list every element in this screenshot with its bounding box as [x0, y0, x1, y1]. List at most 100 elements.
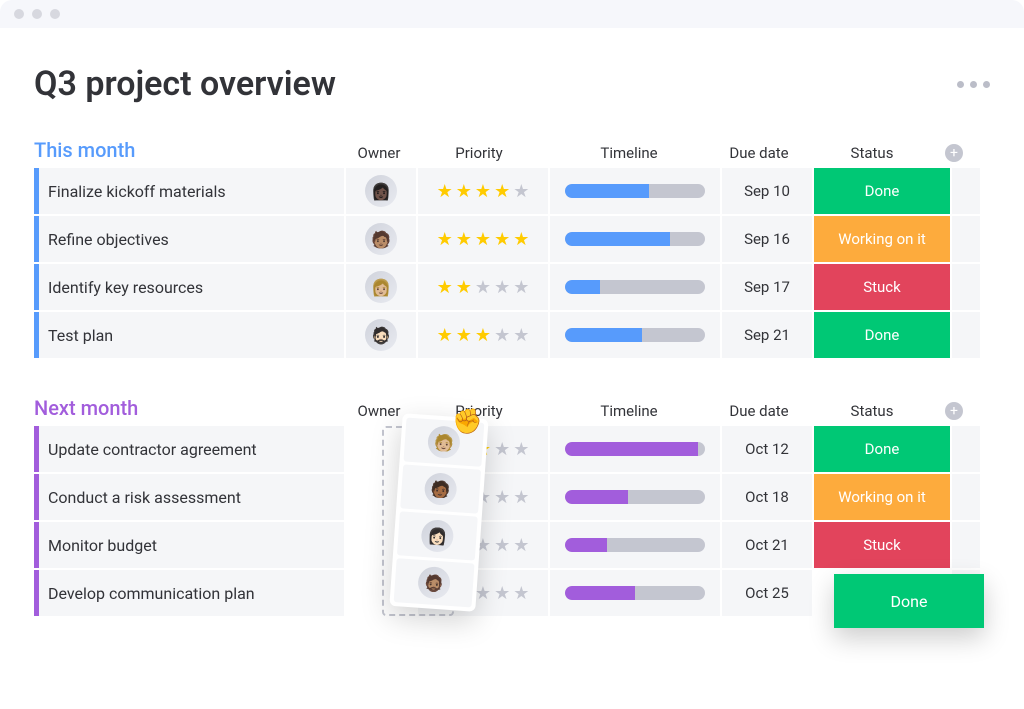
- star-icon: ★: [456, 229, 472, 250]
- trailing-cell: [952, 216, 980, 262]
- status-badge: Working on it: [814, 216, 950, 262]
- group-title[interactable]: Next month: [34, 396, 344, 426]
- table-row[interactable]: Conduct a risk assessment★★★★★Oct 18Work…: [34, 474, 990, 520]
- timeline-cell[interactable]: [550, 264, 720, 310]
- priority-cell[interactable]: ★★★★★: [418, 216, 548, 262]
- column-header-duedate[interactable]: Due date: [714, 402, 804, 426]
- plus-icon: +: [945, 402, 963, 420]
- table-row[interactable]: Monitor budget★★★★★Oct 21Stuck: [34, 522, 990, 568]
- table-row[interactable]: Refine objectives 🧑🏽 ★★★★★ Sep 16Working on…: [34, 216, 990, 262]
- window-dot: [32, 9, 42, 19]
- table-row[interactable]: Update contractor agreement★★★★★Oct 12Do…: [34, 426, 990, 472]
- status-cell[interactable]: Working on it: [814, 216, 950, 262]
- star-icon: ★: [437, 277, 453, 298]
- status-cell[interactable]: Stuck: [814, 264, 950, 310]
- duedate-cell[interactable]: Sep 16: [722, 216, 812, 262]
- timeline-cell[interactable]: [550, 168, 720, 214]
- priority-cell[interactable]: ★★★★★: [418, 264, 548, 310]
- star-icon: ★: [494, 439, 510, 460]
- priority-cell[interactable]: ★★★★★: [418, 168, 548, 214]
- avatar: 🧑🏽: [365, 223, 397, 255]
- timeline-cell[interactable]: [550, 474, 720, 520]
- progress-track: [565, 586, 705, 600]
- task-name-cell[interactable]: Refine objectives: [34, 216, 344, 262]
- status-badge: Stuck: [814, 264, 950, 310]
- dragging-owner-column[interactable]: 🧑🏼🧑🏾👩🏻🧔🏽✊: [389, 413, 488, 612]
- progress-track: [565, 184, 705, 198]
- table-row[interactable]: Finalize kickoff materials 👩🏿 ★★★★★ Sep 10D…: [34, 168, 990, 214]
- progress-track: [565, 328, 705, 342]
- priority-cell[interactable]: ★★★★★: [418, 312, 548, 358]
- trailing-cell: [952, 474, 980, 520]
- duedate-cell[interactable]: Oct 21: [722, 522, 812, 568]
- column-header-status[interactable]: Status: [804, 402, 940, 426]
- grab-cursor-icon: ✊: [451, 407, 483, 437]
- status-badge: Done: [814, 312, 950, 358]
- owner-cell[interactable]: 👩🏼: [346, 264, 416, 310]
- add-column-button[interactable]: +: [940, 144, 968, 168]
- duedate-cell[interactable]: Oct 12: [722, 426, 812, 472]
- column-header-timeline[interactable]: Timeline: [544, 402, 714, 426]
- star-icon: ★: [513, 277, 529, 298]
- status-cell[interactable]: Working on it: [814, 474, 950, 520]
- task-name-cell[interactable]: Conduct a risk assessment: [34, 474, 344, 520]
- avatar: 🧔🏻: [365, 319, 397, 351]
- window-dot: [14, 9, 24, 19]
- duedate-cell[interactable]: Sep 17: [722, 264, 812, 310]
- task-name-cell[interactable]: Develop communication plan: [34, 570, 344, 616]
- owner-cell[interactable]: 🧔🏻: [346, 312, 416, 358]
- star-icon: ★: [475, 325, 491, 346]
- duedate-cell[interactable]: Oct 25: [722, 570, 812, 616]
- plus-icon: +: [945, 144, 963, 162]
- task-name-cell[interactable]: Identify key resources: [34, 264, 344, 310]
- status-cell[interactable]: Done: [814, 168, 950, 214]
- owner-cell[interactable]: 👩🏿: [346, 168, 416, 214]
- task-name-cell[interactable]: Finalize kickoff materials: [34, 168, 344, 214]
- duedate-cell[interactable]: Sep 21: [722, 312, 812, 358]
- owner-cell[interactable]: 🧑🏽: [346, 216, 416, 262]
- star-icon: ★: [475, 583, 491, 604]
- duedate-cell[interactable]: Sep 10: [722, 168, 812, 214]
- star-icon: ★: [456, 325, 472, 346]
- avatar: 👩🏿: [365, 175, 397, 207]
- star-icon: ★: [513, 181, 529, 202]
- column-header-status[interactable]: Status: [804, 144, 940, 168]
- add-column-button[interactable]: +: [940, 402, 968, 426]
- star-icon: ★: [475, 277, 491, 298]
- avatar: 👩🏼: [365, 271, 397, 303]
- status-cell[interactable]: Stuck: [814, 522, 950, 568]
- page-title: Q3 project overview: [34, 64, 336, 104]
- progress-fill: [565, 280, 600, 294]
- timeline-cell[interactable]: [550, 426, 720, 472]
- duedate-cell[interactable]: Oct 18: [722, 474, 812, 520]
- task-name-cell[interactable]: Test plan: [34, 312, 344, 358]
- star-icon: ★: [475, 229, 491, 250]
- table-row[interactable]: Test plan 🧔🏻 ★★★★★ Sep 21Done: [34, 312, 990, 358]
- column-header-owner[interactable]: Owner: [344, 144, 414, 168]
- more-menu-button[interactable]: [957, 81, 990, 88]
- timeline-cell[interactable]: [550, 216, 720, 262]
- star-icon: ★: [513, 229, 529, 250]
- status-cell[interactable]: Done: [814, 426, 950, 472]
- trailing-cell: [952, 312, 980, 358]
- column-header-timeline[interactable]: Timeline: [544, 144, 714, 168]
- trailing-cell: [952, 264, 980, 310]
- floating-status-card[interactable]: Done: [834, 574, 984, 628]
- status-cell[interactable]: Done: [814, 312, 950, 358]
- star-icon: ★: [456, 277, 472, 298]
- group-title[interactable]: This month: [34, 138, 344, 168]
- table-row[interactable]: Identify key resources 👩🏼 ★★★★★ Sep 17Stuck: [34, 264, 990, 310]
- status-badge: Stuck: [814, 522, 950, 568]
- timeline-cell[interactable]: [550, 312, 720, 358]
- star-icon: ★: [437, 229, 453, 250]
- star-icon: ★: [494, 487, 510, 508]
- avatar: 🧑🏾: [424, 472, 458, 506]
- status-badge: Done: [814, 426, 950, 472]
- timeline-cell[interactable]: [550, 522, 720, 568]
- task-name-cell[interactable]: Monitor budget: [34, 522, 344, 568]
- trailing-cell: [952, 168, 980, 214]
- column-header-duedate[interactable]: Due date: [714, 144, 804, 168]
- column-header-priority[interactable]: Priority: [414, 144, 544, 168]
- task-name-cell[interactable]: Update contractor agreement: [34, 426, 344, 472]
- timeline-cell[interactable]: [550, 570, 720, 616]
